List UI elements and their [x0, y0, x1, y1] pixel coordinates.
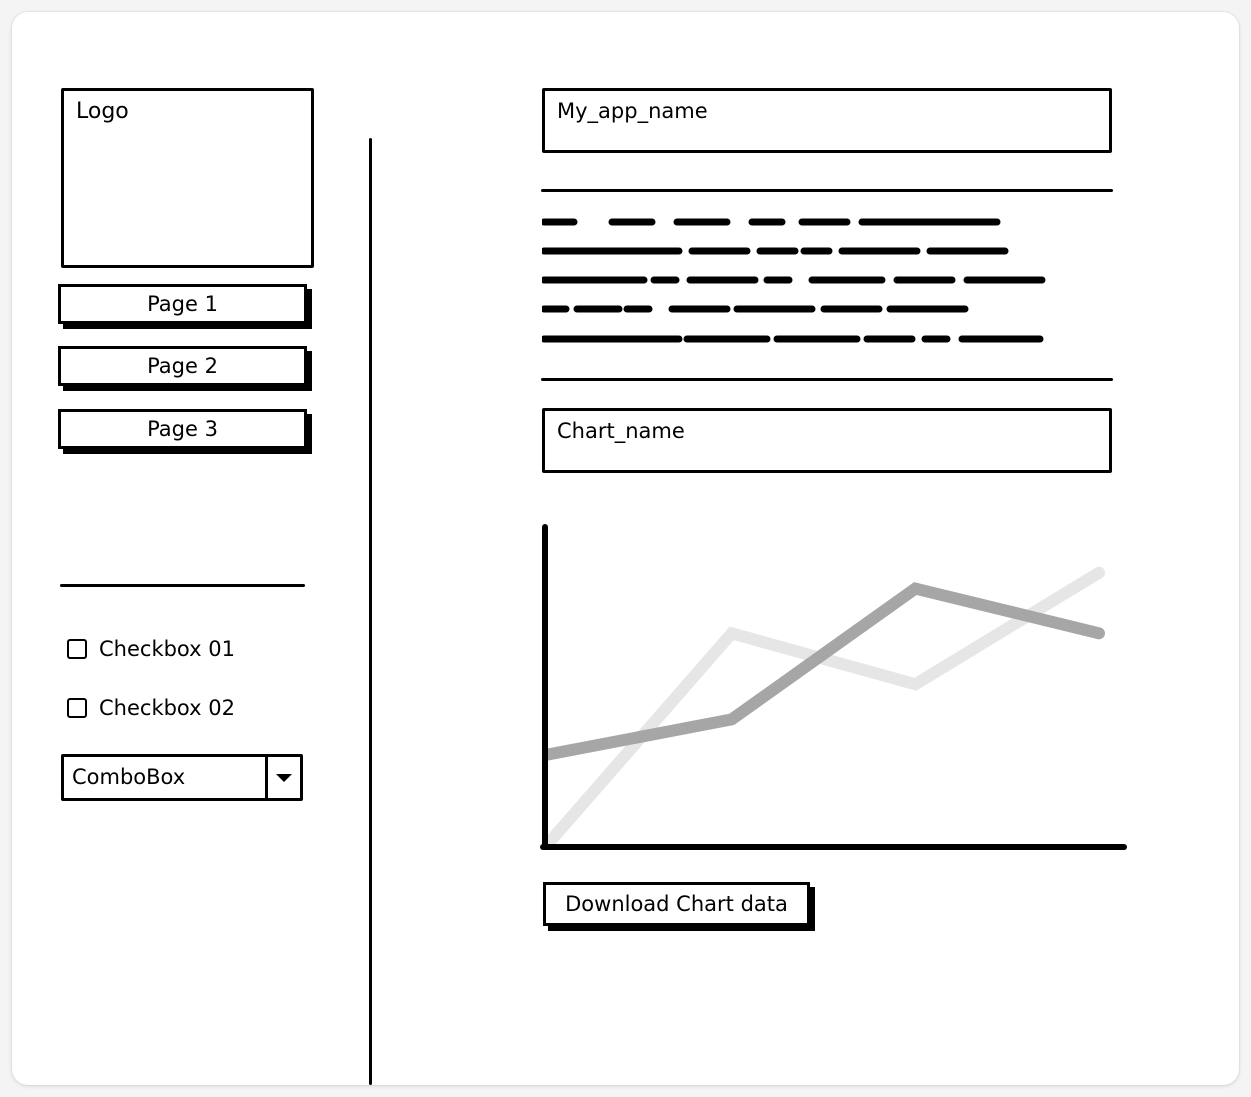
vertical-divider — [369, 138, 372, 1085]
checkbox-02[interactable]: Checkbox 02 — [67, 696, 235, 720]
logo-placeholder: Logo — [61, 88, 314, 268]
chart-name-header: Chart_name — [542, 408, 1112, 473]
logo-label: Logo — [76, 99, 129, 124]
combobox[interactable]: ComboBox — [61, 754, 303, 801]
chart-name: Chart_name — [557, 419, 685, 443]
app-name-header: My_app_name — [542, 88, 1112, 153]
checkbox-02-box[interactable] — [67, 698, 87, 718]
checkbox-01[interactable]: Checkbox 01 — [67, 637, 235, 661]
checkbox-01-label: Checkbox 01 — [99, 637, 235, 661]
nav-page-2-button[interactable]: Page 2 — [58, 346, 307, 386]
chevron-down-icon — [276, 773, 292, 782]
nav-page-1-button[interactable]: Page 1 — [58, 284, 307, 324]
body-text-scribble — [542, 218, 1046, 343]
sidebar-divider — [60, 584, 305, 587]
line-chart — [540, 524, 1127, 850]
checkbox-02-label: Checkbox 02 — [99, 696, 235, 720]
nav-page-3-button[interactable]: Page 3 — [58, 409, 307, 449]
text-divider-bottom — [541, 378, 1113, 381]
download-chart-data-button[interactable]: Download Chart data — [543, 882, 810, 926]
combobox-toggle[interactable] — [265, 757, 300, 798]
checkbox-01-box[interactable] — [67, 639, 87, 659]
text-divider-top — [541, 189, 1113, 192]
app-name: My_app_name — [557, 99, 708, 123]
combobox-value: ComboBox — [72, 765, 186, 789]
chart-line-series-dark — [542, 582, 1105, 761]
